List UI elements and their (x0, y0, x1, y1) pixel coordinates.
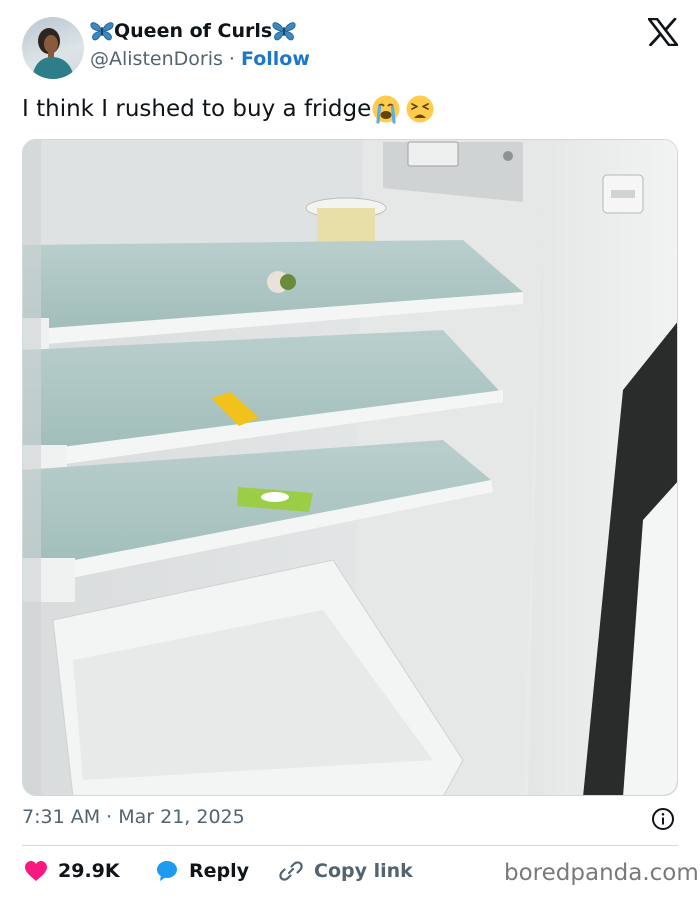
timestamp[interactable]: 7:31 AM · Mar 21, 2025 (22, 806, 245, 828)
copy-link-label: Copy link (314, 860, 413, 882)
like-count: 29.9K (58, 860, 120, 882)
link-icon (279, 861, 303, 881)
x-logo-icon[interactable] (648, 18, 678, 46)
divider (22, 845, 678, 846)
reply-bubble-icon (157, 861, 177, 881)
heart-icon (25, 861, 47, 881)
tweet-body: I think I rushed to buy a fridge (22, 96, 372, 122)
handle[interactable]: @AlistenDoris (90, 48, 223, 70)
separator: · (222, 48, 242, 70)
display-name[interactable]: Queen of Curls (90, 20, 296, 42)
reply-label: Reply (189, 860, 250, 882)
avatar[interactable] (22, 17, 84, 79)
tweet-text: I think I rushed to buy a fridge (22, 93, 435, 125)
like-button[interactable]: 29.9K (24, 855, 120, 887)
info-icon[interactable] (651, 807, 675, 831)
reply-button[interactable]: Reply (155, 855, 249, 887)
butterfly-icon (272, 22, 296, 41)
tweet-image[interactable] (22, 139, 678, 796)
handle-line: @AlistenDoris · Follow (90, 48, 310, 70)
loudly-crying-face-icon (372, 95, 400, 124)
watermark: boredpanda.com (504, 860, 699, 886)
butterfly-icon (90, 22, 114, 41)
display-name-text: Queen of Curls (114, 20, 273, 42)
follow-button[interactable]: Follow (241, 48, 310, 70)
tired-face-icon (406, 95, 434, 123)
copy-link-button[interactable]: Copy link (278, 855, 413, 887)
